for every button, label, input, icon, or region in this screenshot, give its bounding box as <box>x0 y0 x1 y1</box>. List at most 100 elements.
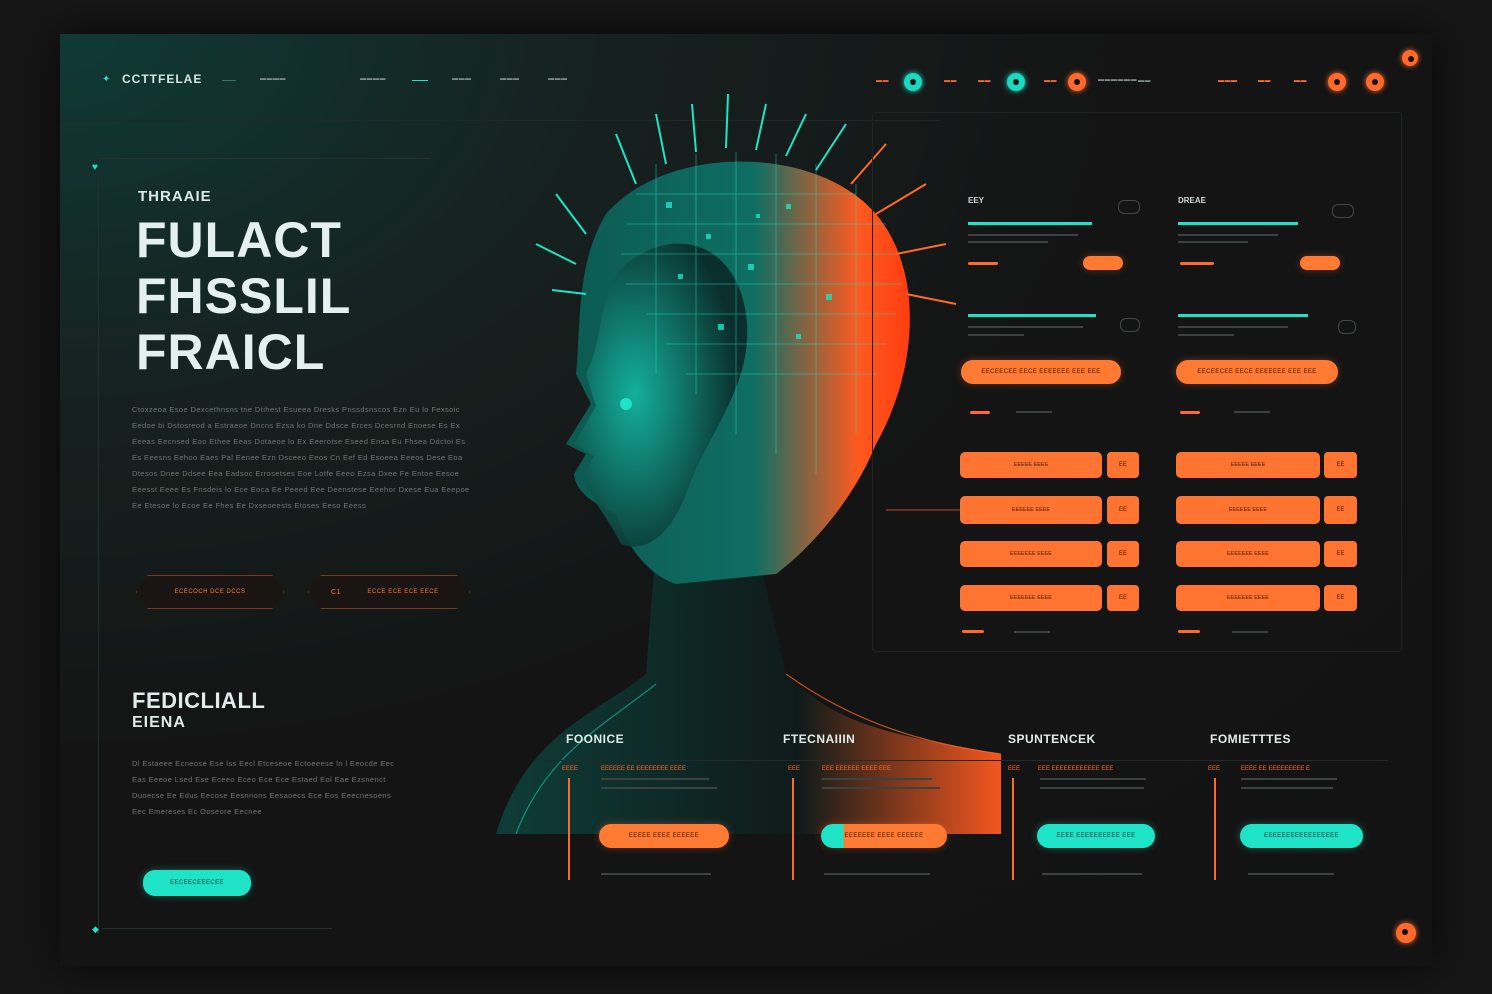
circle-icon[interactable] <box>1366 73 1384 91</box>
panel-col2-text <box>1178 241 1248 243</box>
card-2-text <box>822 778 932 780</box>
nav-link-1[interactable]: ▬▬▬▬ <box>260 76 286 82</box>
circle-icon[interactable] <box>1068 73 1086 91</box>
card-1-title: FOONICE <box>566 732 625 746</box>
hero-button-primary[interactable]: ECECOCH DCE DCCS <box>136 575 284 609</box>
panel-col2-heading-2 <box>1178 314 1308 317</box>
panel-col1-footer-meta <box>1014 631 1050 633</box>
panel-col2-row-badge[interactable]: EE <box>1324 452 1357 478</box>
panel-col1-text <box>968 334 1024 336</box>
menu-icon[interactable] <box>1396 923 1416 943</box>
panel-col1-meta <box>1016 411 1052 413</box>
card-1-tag: EEEE <box>562 766 579 772</box>
chat-icon[interactable] <box>1332 204 1354 218</box>
panel-col2-row-badge[interactable]: EE <box>1324 585 1357 611</box>
circle-icon[interactable] <box>1402 50 1418 66</box>
hero-button-secondary-label: ECCE ECE ECE EECE <box>367 589 439 595</box>
panel-col1-row-button[interactable]: EEEEEE EEEE <box>960 496 1102 524</box>
hero-title: FULACT FHSSLIL FRAICL <box>136 212 351 380</box>
card-2-text <box>822 787 940 789</box>
panel-col2-meta <box>1234 411 1270 413</box>
chat-icon: C1 <box>331 588 341 596</box>
card-3-button[interactable]: EEEE EEEEEEEEEE EEE <box>1037 824 1155 848</box>
panel-col1-text <box>968 326 1083 328</box>
hero-kicker: THRAAIE <box>138 188 212 205</box>
panel-col1-text <box>968 234 1078 236</box>
chat-icon[interactable] <box>1118 200 1140 214</box>
panel-col2-row-button[interactable]: EEEEEE EEEE <box>1176 496 1320 524</box>
nav-link-2[interactable]: ▬▬▬▬ <box>360 76 386 82</box>
nav-right-link-6[interactable]: ▬▬ <box>1138 78 1151 84</box>
card-1-footer <box>601 873 711 875</box>
panel-col1-row-button[interactable]: EEEEEEE EEEE <box>960 585 1102 611</box>
card-4-button[interactable]: EEEEEEEEEEEEEEEEE <box>1240 824 1363 848</box>
panel-col2-row-button[interactable]: EEEEEEE EEEE <box>1176 541 1320 567</box>
panel-col2-label: DREAE <box>1178 196 1207 205</box>
bottom-left-marker-icon: ◆ <box>92 924 99 934</box>
nav-right-link-4[interactable]: ▬▬ <box>1044 78 1057 84</box>
panel-col1-row-badge[interactable]: EE <box>1107 585 1139 611</box>
lower-left-title: FEDICLIALL <box>132 688 266 713</box>
panel-col2-row-button[interactable]: EEEEEEE EEEE <box>1176 585 1320 611</box>
panel-col1-row-badge[interactable]: EE <box>1107 541 1139 567</box>
card-1-text <box>601 787 717 789</box>
panel-col1-heading <box>968 222 1092 225</box>
lower-left-subtitle: EIENA <box>132 714 186 731</box>
brand-name[interactable]: CCTTFELAE <box>122 72 202 86</box>
panel-col2-tag-2 <box>1180 411 1200 414</box>
card-4-text <box>1241 787 1333 789</box>
card-3-footer <box>1042 873 1142 875</box>
panel-col1-wide-button[interactable]: EECEECEE EECE EEEEEEE EEE EEE <box>961 360 1121 384</box>
hero-title-line-1: FULACT <box>136 212 342 268</box>
hero-title-line-3: FRAICL <box>136 324 326 380</box>
panel-col1-row-badge[interactable]: EE <box>1107 452 1139 478</box>
hero-top-line <box>100 158 430 159</box>
panel-col2-row-badge[interactable]: EE <box>1324 541 1357 567</box>
card-1-button[interactable]: EEEEE EEEE EEEEEE <box>599 824 729 848</box>
hero-button-secondary[interactable]: C1 ECCE ECE ECE EECE <box>308 575 470 609</box>
panel-col2-row-badge[interactable]: EE <box>1324 496 1357 524</box>
nav-right-link-5[interactable]: ▬▬▬▬▬▬ <box>1098 77 1137 83</box>
panel-col1-row-button[interactable]: EEEEE EEEE <box>960 452 1102 478</box>
card-3-tag: EEE <box>1008 766 1021 772</box>
card-2-title: FTECNAIIIN <box>783 732 856 746</box>
card-1-heading: EEEEEE EE EEEEEEEE EEEE <box>601 766 687 772</box>
chat-icon[interactable] <box>1120 318 1140 332</box>
nav-right-link-8[interactable]: ▬▬ <box>1258 78 1271 84</box>
card-2-heading: EEE EEEEEE EEEE EEE <box>822 766 892 772</box>
panel-col2-wide-button[interactable]: EECEECEE EECE EEEEEEE EEE EEE <box>1176 360 1338 384</box>
panel-col1-tag-2 <box>970 411 990 414</box>
panel-col1-row-button[interactable]: EEEEEEE EEEE <box>960 541 1102 567</box>
card-4-footer <box>1248 873 1334 875</box>
card-2-footer <box>824 873 930 875</box>
nav-right-link-9[interactable]: ▬▬ <box>1294 78 1307 84</box>
bottom-left-line <box>102 928 332 929</box>
panel-col1-tag <box>968 262 998 265</box>
panel-col1-text <box>968 241 1048 243</box>
panel-col2-text <box>1178 234 1278 236</box>
nav-right-link-7[interactable]: ▬▬▬ <box>1218 78 1238 84</box>
card-1-accent-bar <box>568 778 570 880</box>
nav-active-line <box>412 80 428 81</box>
card-3-heading: EEE EEEEEEEEEEEE EEE <box>1038 766 1114 772</box>
hero-guide-line <box>98 174 99 934</box>
panel-col2-row-button[interactable]: EEEEE EEEE <box>1176 452 1320 478</box>
chat-icon[interactable] <box>1338 320 1356 334</box>
panel-col2-small-button[interactable] <box>1300 256 1340 270</box>
card-2-button[interactable]: EEEEEEE EEEE EEEEEE <box>821 824 947 848</box>
panel-col1-small-button[interactable] <box>1083 256 1123 270</box>
panel-col1-row-badge[interactable]: EE <box>1107 496 1139 524</box>
panel-col1-heading-2 <box>968 314 1096 317</box>
card-4-title: FOMIETTTES <box>1210 732 1291 746</box>
page-frame: ✦ CCTTFELAE ▬▬▬▬ ▬▬▬▬ ▬▬▬ ▬▬▬ ▬▬▬ ▬▬ ▬▬ … <box>60 34 1432 966</box>
panel-col2-heading <box>1178 222 1298 225</box>
panel-col2-footer-tag <box>1178 630 1200 633</box>
lower-left-cta-button[interactable]: EECEECEEECEE <box>143 870 251 896</box>
card-4-heading: EEEE EE EEEEEEEEE E <box>1241 766 1311 772</box>
card-2-tag: EEE <box>788 766 801 772</box>
card-4-text <box>1241 778 1337 780</box>
hero-title-line-2: FHSSLIL <box>136 268 352 324</box>
card-1-text <box>601 778 709 780</box>
circle-icon[interactable] <box>1328 73 1346 91</box>
cards-top-line <box>538 760 1388 761</box>
